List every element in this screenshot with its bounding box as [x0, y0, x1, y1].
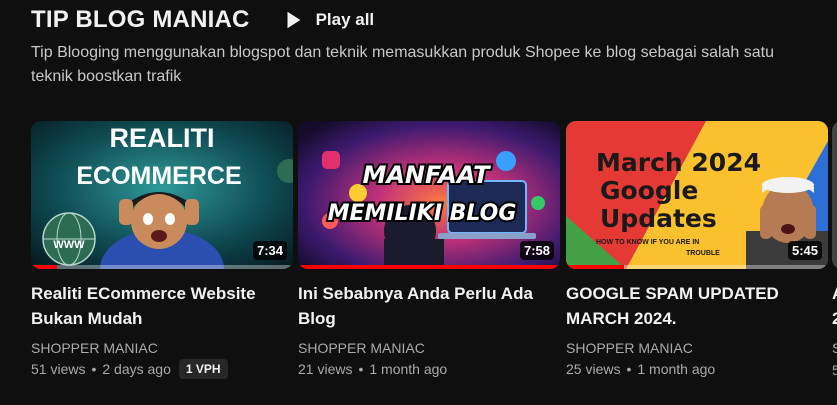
watch-progress-fill [298, 265, 560, 269]
next-video-meta-fragment: 5 [832, 362, 837, 378]
peek-line-1: A [832, 281, 837, 306]
peek-line-2: 2 [832, 309, 837, 328]
channel-name[interactable]: SHOPPER MANIAC [31, 338, 293, 358]
view-count: 21 views [298, 361, 353, 377]
upload-age: 1 month ago [369, 361, 448, 377]
video-thumbnail[interactable]: March 2024 Google Updates HOW TO KNOW IF… [566, 121, 828, 269]
video-title[interactable]: Realiti ECommerce Website Bukan Mudah [31, 281, 281, 331]
video-title[interactable]: Ini Sebabnya Anda Perlu Ada Blog [298, 281, 548, 331]
play-all-label: Play all [315, 10, 375, 29]
view-count: 51 views [31, 361, 86, 377]
next-video-card-peek[interactable]: A 2 S 5 [832, 121, 837, 380]
play-all-button[interactable]: Play all [276, 5, 381, 35]
thumb-text-3: Updates [600, 204, 717, 233]
watch-progress [31, 265, 293, 269]
video-title[interactable]: GOOGLE SPAM UPDATED MARCH 2024. [566, 281, 816, 331]
thumb-text-2: ECOMMERCE [76, 162, 241, 190]
watch-progress [566, 265, 828, 269]
next-video-channel-fragment: S [832, 340, 837, 356]
channel-name[interactable]: SHOPPER MANIAC [566, 338, 828, 358]
thumb-text-1: March 2024 [596, 148, 761, 177]
thumb-text-2: Google [600, 176, 698, 205]
next-video-title-fragment: A 2 [832, 281, 837, 331]
video-duration: 5:45 [787, 241, 822, 260]
meta-separator: • [358, 361, 364, 377]
video-meta: 25 views • 1 month ago [566, 358, 828, 380]
vph-badge: 1 VPH [178, 359, 228, 379]
shelf-header: TIP BLOG MANIAC Play all [31, 5, 380, 35]
watch-progress [298, 265, 560, 269]
upload-age: 1 month ago [637, 361, 716, 377]
thumb-text-4: HOW TO KNOW IF YOU ARE IN [596, 239, 699, 246]
watch-progress-fill [566, 265, 624, 269]
view-count: 25 views [566, 361, 621, 377]
video-duration: 7:58 [519, 241, 554, 260]
watch-progress-fill [31, 265, 58, 269]
thumb-www: WWW [53, 239, 85, 251]
thumb-text-1: REALITI [110, 123, 215, 153]
video-thumbnail[interactable]: MANFAAT MEMILIKI BLOG 7:58 [298, 121, 560, 269]
next-video-thumbnail[interactable] [832, 121, 837, 269]
shelf-description: Tip Blooging menggunakan blogspot dan te… [31, 44, 775, 85]
play-icon [287, 11, 300, 29]
video-card[interactable]: REALITI ECOMMERCE WWW 7:34 Realiti EComm… [31, 121, 293, 380]
video-meta: 51 views • 2 days ago 1 VPH [31, 358, 293, 380]
video-card[interactable]: March 2024 Google Updates HOW TO KNOW IF… [566, 121, 828, 380]
meta-separator: • [626, 361, 632, 377]
channel-name[interactable]: SHOPPER MANIAC [298, 338, 560, 358]
video-thumbnail[interactable]: REALITI ECOMMERCE WWW 7:34 [31, 121, 293, 269]
upload-age: 2 days ago [102, 361, 171, 377]
video-meta: 21 views • 1 month ago [298, 358, 560, 380]
thumb-text-1: MANFAAT [362, 161, 491, 189]
thumb-text-2: MEMILIKI BLOG [328, 201, 517, 226]
shelf-title[interactable]: TIP BLOG MANIAC [31, 6, 250, 34]
thumb-text-5: TROUBLE [686, 250, 720, 257]
meta-separator: • [91, 361, 97, 377]
video-duration: 7:34 [252, 241, 287, 260]
video-card[interactable]: MANFAAT MEMILIKI BLOG 7:58 Ini Sebabnya … [298, 121, 560, 380]
